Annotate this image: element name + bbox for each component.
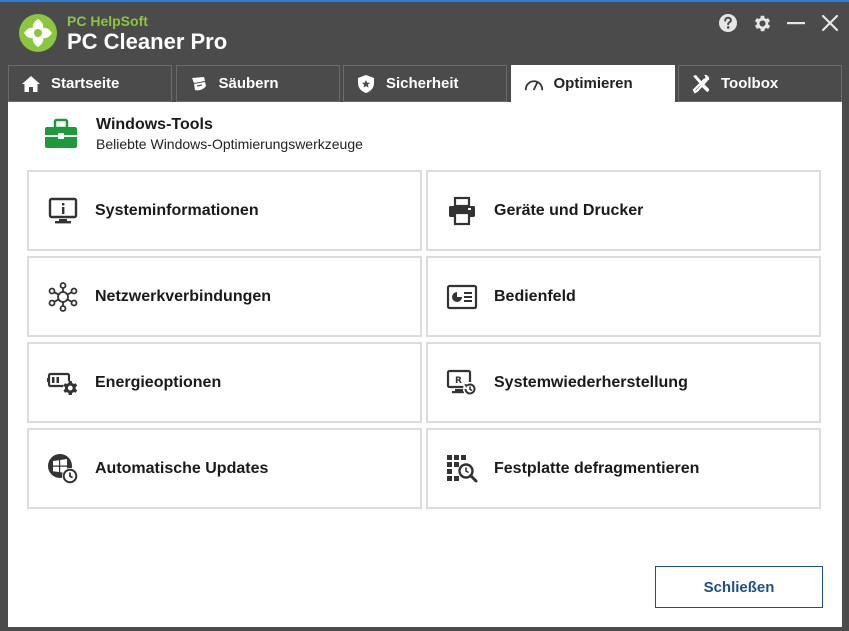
shield-icon (356, 74, 376, 94)
tab-label: Startseite (51, 75, 120, 92)
tool-bedienfeld[interactable]: Bedienfeld (426, 256, 821, 337)
tool-label: Systeminformationen (95, 201, 259, 219)
windows-update-icon (47, 453, 79, 485)
tab-saeubern[interactable]: Säubern (175, 65, 340, 102)
app-window: PC HelpSoft PC Cleaner Pro Startseite Sä… (0, 0, 849, 631)
tool-label: Energieoptionen (95, 373, 222, 391)
broom-icon (189, 74, 209, 94)
section-header: Windows-Tools Beliebte Windows-Optimieru… (44, 114, 363, 154)
tool-geraete-und-drucker[interactable]: Geräte und Drucker (426, 170, 821, 251)
tool-label: Netzwerkverbindungen (95, 287, 272, 305)
section-subtitle: Beliebte Windows-Optimierungswerkzeuge (96, 136, 363, 152)
tool-label: Bedienfeld (494, 287, 576, 305)
help-icon (719, 14, 737, 32)
tab-startseite[interactable]: Startseite (8, 65, 172, 102)
tool-label: Automatische Updates (95, 459, 269, 477)
tab-label: Optimieren (553, 75, 633, 92)
brand-product: PC Cleaner Pro (67, 28, 228, 54)
control-panel-icon (446, 281, 478, 313)
close-button[interactable]: Schließen (655, 566, 823, 608)
gear-icon (754, 15, 770, 31)
main-tabs: Startseite Säubern Sicherheit Optimieren… (8, 65, 842, 102)
close-window-button[interactable] (819, 12, 841, 34)
brand-company: PC HelpSoft (67, 12, 148, 29)
tab-optimieren[interactable]: Optimieren (510, 65, 675, 102)
svg-text:R: R (455, 376, 462, 386)
tool-systemwiederherstellung[interactable]: R Systemwiederherstellung (426, 342, 821, 423)
tools-icon (691, 74, 711, 94)
tool-energieoptionen[interactable]: Energieoptionen (27, 342, 422, 423)
battery-settings-icon (47, 367, 79, 399)
home-icon (21, 74, 41, 94)
printer-icon (446, 195, 478, 227)
brand-logo-icon (19, 14, 57, 52)
section-title: Windows-Tools (96, 116, 213, 133)
help-button[interactable] (717, 12, 739, 34)
system-restore-icon: R (446, 367, 478, 399)
network-icon (47, 281, 79, 313)
tool-netzwerkverbindungen[interactable]: Netzwerkverbindungen (27, 256, 422, 337)
tab-label: Säubern (218, 75, 279, 92)
tool-label: Geräte und Drucker (494, 201, 644, 219)
window-controls (705, 12, 841, 34)
tab-label: Sicherheit (386, 75, 459, 92)
tab-sicherheit[interactable]: Sicherheit (343, 65, 507, 102)
tab-toolbox[interactable]: Toolbox (678, 65, 842, 102)
minimize-button[interactable] (785, 12, 807, 34)
minimize-icon (787, 22, 805, 25)
content-panel: Windows-Tools Beliebte Windows-Optimieru… (8, 102, 842, 627)
speedometer-icon (524, 74, 544, 94)
tool-festplatte-defragmentieren[interactable]: Festplatte defragmentieren (426, 428, 821, 509)
tool-systeminformationen[interactable]: Systeminformationen (27, 170, 422, 251)
monitor-info-icon (47, 195, 79, 227)
tool-label: Systemwiederherstellung (494, 373, 688, 391)
tab-label: Toolbox (721, 75, 779, 92)
close-icon (821, 14, 839, 32)
toolbox-icon (45, 118, 77, 148)
defrag-icon (446, 453, 478, 485)
tool-automatische-updates[interactable]: Automatische Updates (27, 428, 422, 509)
brand: PC HelpSoft PC Cleaner Pro (18, 10, 227, 56)
settings-button[interactable] (751, 12, 773, 34)
tool-label: Festplatte defragmentieren (494, 459, 700, 477)
